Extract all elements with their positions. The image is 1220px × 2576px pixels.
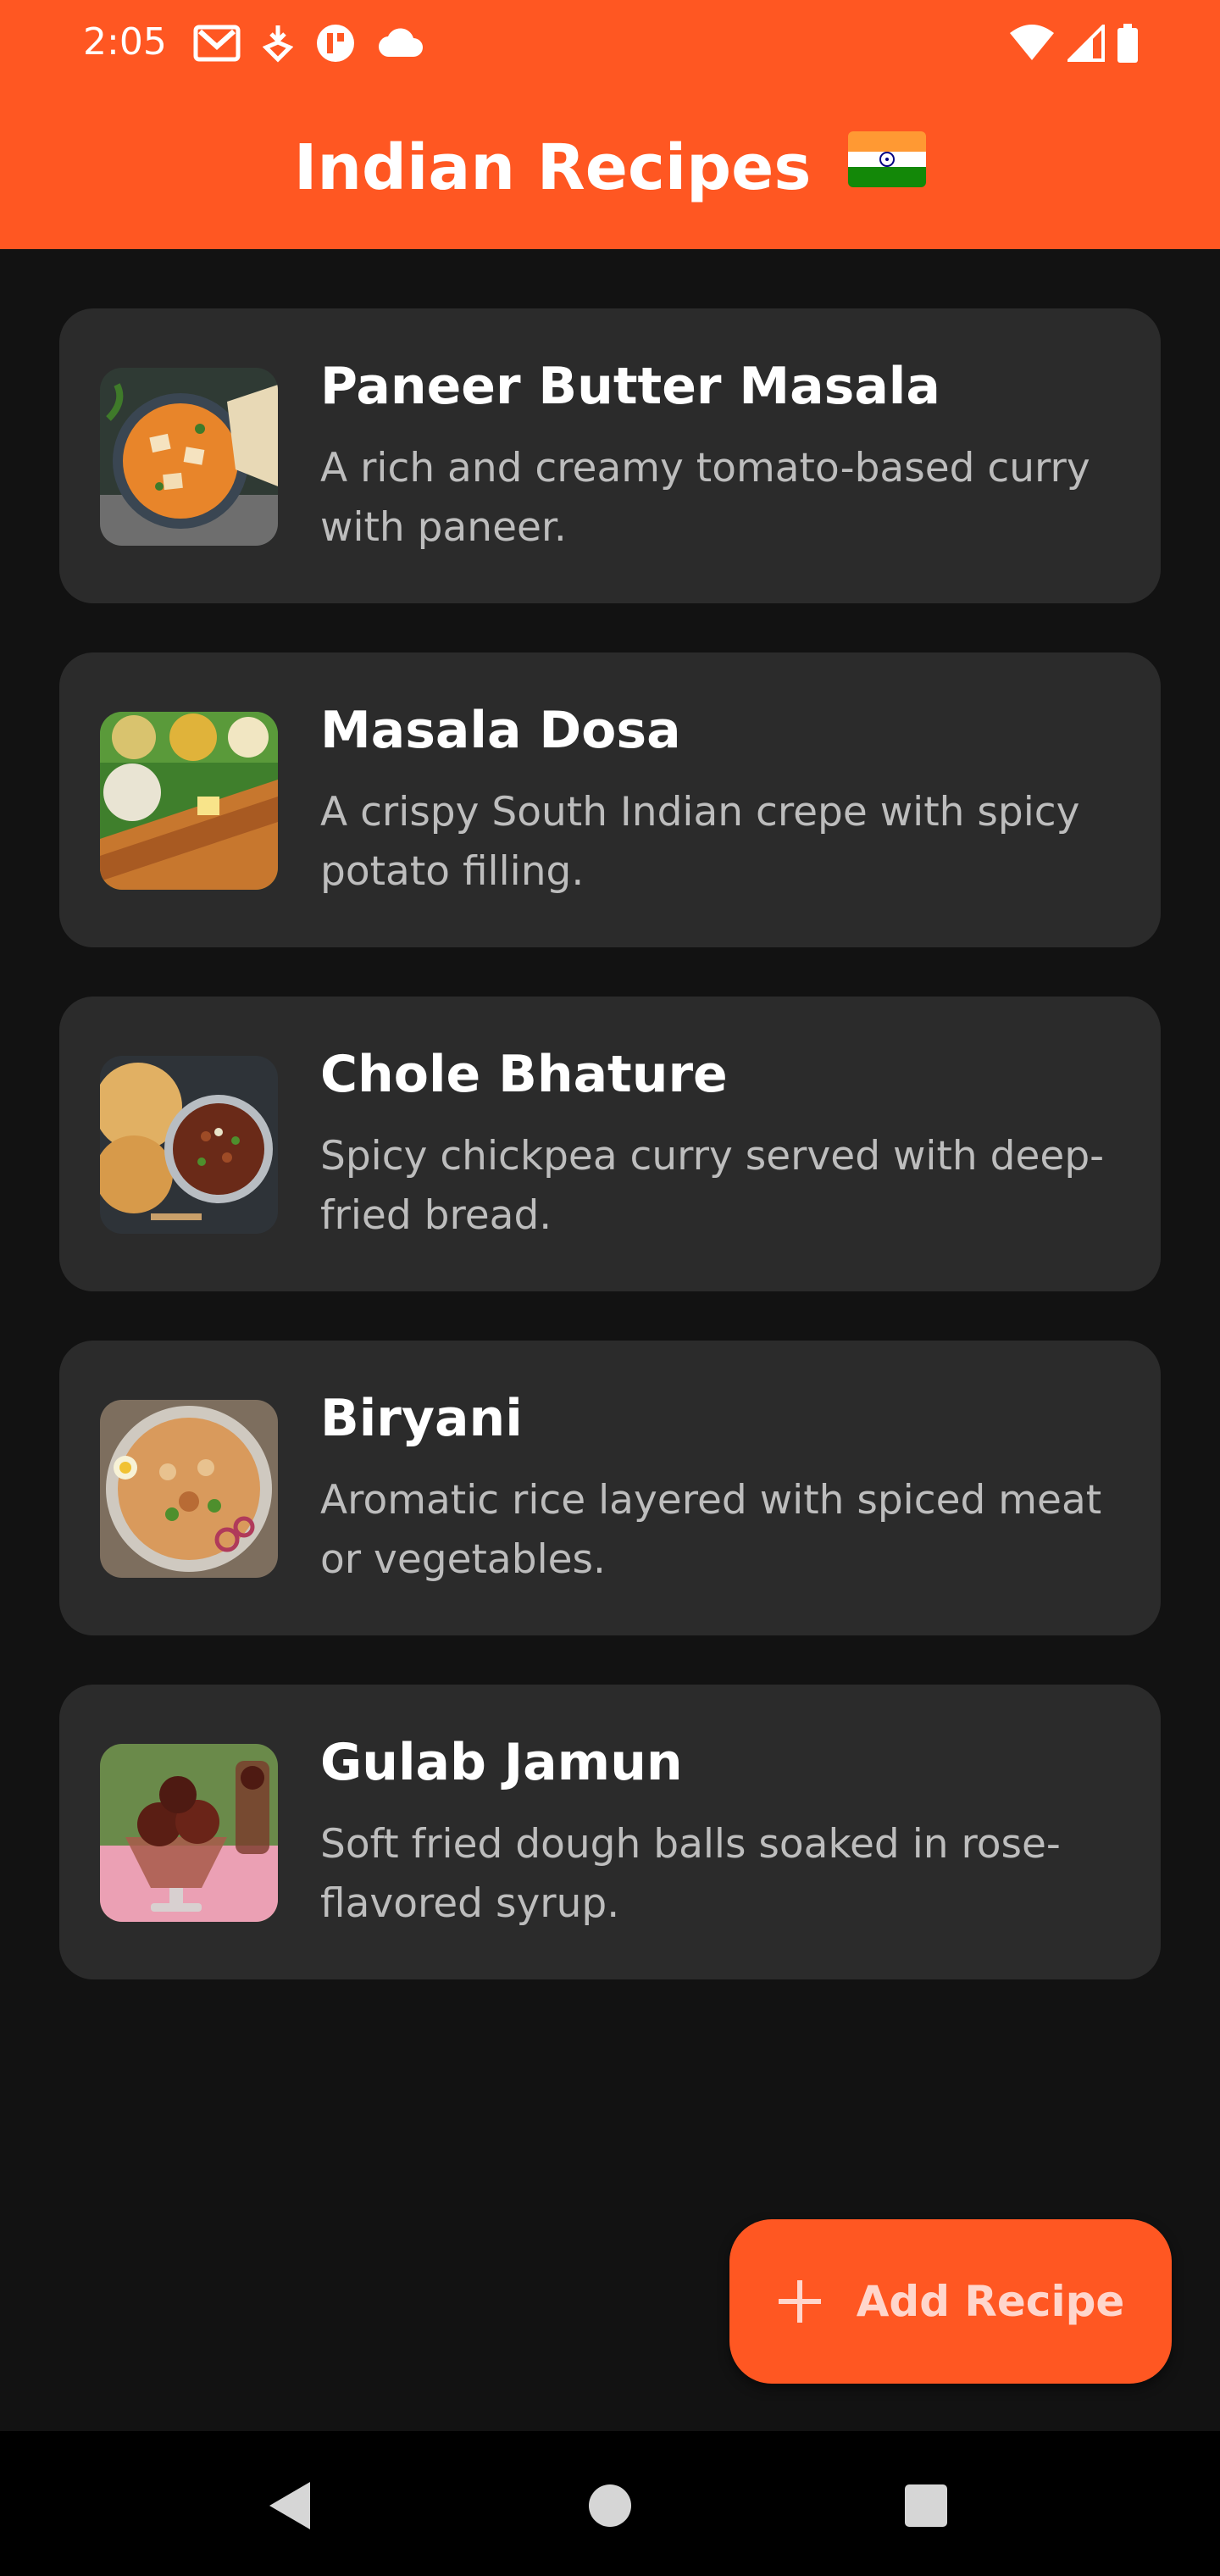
wifi-icon <box>1010 25 1054 60</box>
recipe-card[interactable]: Chole Bhature Spicy chickpea curry serve… <box>59 997 1161 1291</box>
recipe-description: Soft fried dough balls soaked in rose-fl… <box>320 1821 1061 1927</box>
recipe-description: Spicy chickpea curry served with deep-fr… <box>320 1133 1105 1239</box>
gmail-icon <box>193 25 241 62</box>
recipe-card[interactable]: Masala Dosa A crispy South Indian crepe … <box>59 652 1161 947</box>
recipe-name: Biryani <box>320 1389 523 1448</box>
recipe-description: Aromatic rice layered with spiced meat o… <box>320 1477 1102 1583</box>
home-button[interactable] <box>568 2463 652 2548</box>
recipe-card[interactable]: Paneer Butter Masala A rich and creamy t… <box>59 308 1161 603</box>
page-title: Indian Recipes <box>0 127 1220 208</box>
plus-icon <box>778 2280 821 2323</box>
recipe-description: A rich and creamy tomato-based curry wit… <box>320 445 1090 551</box>
home-icon <box>589 2484 631 2527</box>
india-flag-icon <box>848 125 927 207</box>
recipe-name: Chole Bhature <box>320 1045 728 1104</box>
cast-download-icon <box>263 25 293 63</box>
add-recipe-label: Add Recipe <box>856 2277 1125 2326</box>
cloud-icon <box>378 28 423 58</box>
biryani-image <box>100 1400 278 1578</box>
back-icon <box>269 2482 310 2529</box>
back-button[interactable] <box>247 2463 332 2548</box>
recipe-text: Gulab Jamun Soft fried dough balls soake… <box>320 1729 1125 1934</box>
status-bar: 2:05 <box>0 0 1220 85</box>
app-header: 2:05 Indian Recipes <box>0 0 1220 249</box>
recipe-text: Paneer Butter Masala A rich and creamy t… <box>320 353 1125 558</box>
gulab-jamun-image <box>100 1744 278 1922</box>
recipe-name: Gulab Jamun <box>320 1733 683 1792</box>
recipe-card[interactable]: Biryani Aromatic rice layered with spice… <box>59 1341 1161 1635</box>
recipe-description: A crispy South Indian crepe with spicy p… <box>320 789 1080 895</box>
recipe-text: Biryani Aromatic rice layered with spice… <box>320 1385 1125 1590</box>
recents-button[interactable] <box>884 2463 968 2548</box>
page-title-text: Indian Recipes <box>293 131 812 204</box>
status-icons-left <box>193 20 424 66</box>
add-recipe-button[interactable]: Add Recipe <box>729 2219 1172 2384</box>
recipe-card[interactable]: Gulab Jamun Soft fried dough balls soake… <box>59 1685 1161 1979</box>
chole-bhature-image <box>100 1056 278 1234</box>
status-time: 2:05 <box>83 20 167 64</box>
signal-icon <box>1068 25 1105 62</box>
recipe-list: Paneer Butter Masala A rich and creamy t… <box>59 308 1161 2029</box>
recents-icon <box>905 2484 947 2527</box>
recipe-text: Chole Bhature Spicy chickpea curry serve… <box>320 1041 1125 1246</box>
status-icons-right <box>1008 20 1139 66</box>
masala-dosa-image <box>100 712 278 890</box>
recipe-text: Masala Dosa A crispy South Indian crepe … <box>320 697 1125 902</box>
app-notification-icon <box>317 25 354 62</box>
battery-icon <box>1117 24 1138 63</box>
paneer-butter-masala-image <box>100 368 278 546</box>
system-nav-bar <box>0 2431 1220 2576</box>
recipe-name: Paneer Butter Masala <box>320 357 940 416</box>
recipe-name: Masala Dosa <box>320 701 681 760</box>
